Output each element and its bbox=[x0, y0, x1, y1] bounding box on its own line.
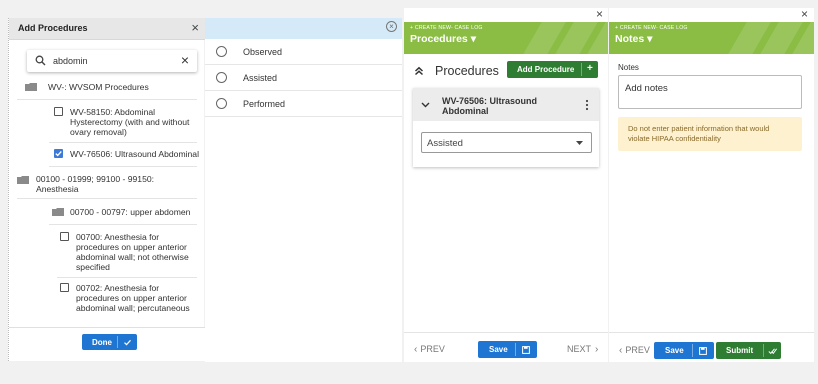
procedure-card: WV-76506: Ultrasound Abdominal Assisted bbox=[413, 88, 599, 167]
divider bbox=[49, 142, 197, 143]
tree-group-upper-abdomen[interactable]: 00700 - 00797: upper abdomen bbox=[70, 207, 190, 217]
panel-title: Add Procedures bbox=[18, 23, 88, 33]
check-icon bbox=[55, 151, 62, 157]
case-log-notes-panel: × + CREATE NEW- CASE LOG Notes ▾ Notes A… bbox=[609, 7, 814, 362]
save-disk-icon bbox=[522, 345, 530, 354]
collapse-up-icon[interactable] bbox=[414, 66, 424, 76]
tree-item-wv-58150[interactable]: WV-58150: Abdominal Hysterectomy (with a… bbox=[70, 107, 189, 137]
close-icon[interactable]: × bbox=[596, 7, 603, 21]
checkbox-wv-58150[interactable] bbox=[54, 107, 63, 116]
panel-header: Add Procedures × bbox=[9, 18, 205, 40]
notes-textarea[interactable]: Add notes bbox=[618, 75, 802, 109]
green-header: + CREATE NEW- CASE LOG Notes ▾ bbox=[609, 22, 814, 54]
green-header: + CREATE NEW- CASE LOG Procedures ▾ bbox=[404, 22, 608, 54]
tree-item-00702[interactable]: 00702: Anesthesia for procedures on uppe… bbox=[76, 283, 190, 325]
radio-button[interactable] bbox=[216, 72, 227, 83]
participation-select[interactable]: Assisted bbox=[421, 132, 592, 153]
header-caption: + CREATE NEW- CASE LOG bbox=[615, 25, 688, 31]
panel-footer: Done bbox=[9, 327, 205, 361]
next-button[interactable]: NEXT › bbox=[567, 344, 598, 355]
prev-button[interactable]: ‹ PREV bbox=[619, 345, 650, 356]
folder-icon bbox=[25, 83, 37, 91]
folder-icon bbox=[17, 176, 29, 184]
radio-option-observed[interactable]: Observed bbox=[205, 39, 402, 65]
done-button[interactable]: Done bbox=[82, 334, 137, 350]
more-vertical-icon[interactable] bbox=[585, 99, 589, 111]
radio-button[interactable] bbox=[216, 46, 227, 57]
section-dropdown[interactable]: Procedures ▾ bbox=[410, 33, 476, 45]
add-procedure-button[interactable]: Add Procedure + bbox=[507, 61, 598, 78]
clear-search-icon[interactable]: × bbox=[181, 52, 189, 68]
chevron-right-icon: › bbox=[595, 344, 599, 355]
save-disk-icon bbox=[699, 346, 707, 355]
hipaa-warning: Do not enter patient information that wo… bbox=[618, 117, 802, 151]
radio-label: Assisted bbox=[243, 73, 278, 83]
divider bbox=[57, 277, 197, 278]
tree-item-00700[interactable]: 00700: Anesthesia for procedures on uppe… bbox=[76, 232, 189, 272]
divider bbox=[17, 198, 197, 199]
chevron-left-icon: ‹ bbox=[414, 344, 418, 355]
checkbox-00702[interactable] bbox=[60, 283, 69, 292]
search-box: × bbox=[27, 50, 197, 72]
chevron-left-icon: ‹ bbox=[619, 345, 623, 356]
search-icon bbox=[35, 55, 46, 66]
radio-label: Performed bbox=[243, 99, 286, 109]
prev-button[interactable]: ‹ PREV bbox=[414, 344, 445, 355]
divider bbox=[49, 166, 197, 167]
check-icon bbox=[124, 339, 131, 346]
section-dropdown[interactable]: Notes ▾ bbox=[615, 33, 652, 45]
radio-option-performed[interactable]: Performed bbox=[205, 91, 402, 117]
tree-group-anesthesia[interactable]: 00100 - 01999; 99100 - 99150: Anesthesia bbox=[36, 174, 154, 194]
divider bbox=[49, 224, 197, 225]
card-title: WV-76506: Ultrasound Abdominal bbox=[442, 96, 538, 116]
submit-button[interactable]: Submit bbox=[716, 342, 781, 359]
close-icon[interactable]: × bbox=[801, 7, 808, 21]
dropdown-arrow-icon bbox=[576, 141, 583, 145]
close-icon[interactable]: × bbox=[191, 20, 199, 36]
plus-icon: + bbox=[587, 63, 593, 74]
section-title: Procedures bbox=[435, 64, 499, 78]
checkbox-wv-76506[interactable] bbox=[54, 149, 63, 158]
search-input[interactable] bbox=[53, 54, 173, 68]
tree-group-wvsom[interactable]: WV-: WVSOM Procedures bbox=[48, 82, 149, 92]
radio-label: Observed bbox=[243, 47, 283, 57]
case-log-procedures-panel: × + CREATE NEW- CASE LOG Procedures ▾ Pr… bbox=[404, 7, 608, 362]
radio-option-assisted[interactable]: Assisted bbox=[205, 65, 402, 91]
double-check-icon bbox=[768, 347, 777, 354]
add-procedures-panel: Add Procedures × × WV-: WVSOM Procedures… bbox=[8, 18, 205, 361]
tree-item-wv-76506[interactable]: WV-76506: Ultrasound Abdominal bbox=[70, 149, 199, 159]
radio-button[interactable] bbox=[216, 98, 227, 109]
panel-header: × bbox=[205, 18, 402, 39]
participation-panel: × Observed Assisted Performed bbox=[205, 18, 402, 362]
chevron-down-icon[interactable] bbox=[421, 102, 430, 108]
divider bbox=[17, 99, 197, 100]
save-button[interactable]: Save bbox=[654, 342, 714, 359]
checkbox-00700[interactable] bbox=[60, 232, 69, 241]
folder-icon bbox=[52, 208, 64, 216]
card-header[interactable]: WV-76506: Ultrasound Abdominal bbox=[413, 88, 599, 121]
header-caption: + CREATE NEW- CASE LOG bbox=[410, 25, 483, 31]
close-circle-icon[interactable]: × bbox=[386, 21, 397, 32]
notes-label: Notes bbox=[618, 63, 639, 72]
save-button[interactable]: Save bbox=[478, 341, 537, 358]
